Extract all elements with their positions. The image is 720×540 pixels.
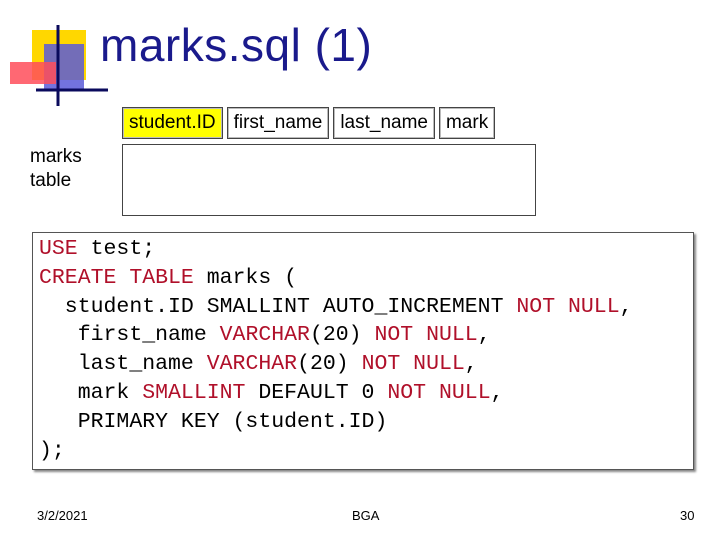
sql-keyword: VARCHAR [206,352,298,377]
code-line: student.ID SMALLINT AUTO_INCREMENT NOT N… [39,293,633,322]
sql-text: marks ( [193,265,298,290]
sql-keyword: NOT NULL [374,323,478,348]
marks-table-label-line1: marks [30,146,82,167]
sql-text: DEFAULT 0 [245,380,388,405]
sql-text: , [619,294,633,319]
sql-code: USE test; CREATE TABLE marks ( student.ID… [39,235,633,465]
footer-org: BGA [352,508,380,523]
sql-text: mark [39,380,143,405]
code-line: CREATE TABLE marks ( [39,264,633,293]
code-line: USE test; [39,235,633,264]
slide-title: marks.sql (1) [100,19,373,71]
sql-keyword: NOT NULL [361,352,465,377]
sql-keyword: CREATE TABLE [39,265,194,290]
sql-keyword: USE [39,237,78,261]
sql-text: last_name [39,352,207,377]
sql-keyword: VARCHAR [219,323,310,348]
marks-table-label: marks table [30,145,82,193]
marks-table-header: student.ID first_name last_name mark [122,107,496,139]
sql-text: test; [77,237,156,261]
sql-text: PRIMARY KEY (student.ID) [39,409,388,434]
sql-text: (20) [309,323,375,348]
code-line: first_name VARCHAR(20) NOT NULL, [39,321,633,350]
square-logo-icon [10,25,108,106]
marks-table-label-line2: table [30,170,72,191]
sql-text: first_name [39,323,220,348]
footer-page-number: 30 [680,508,695,523]
sql-keyword: SMALLINT [142,380,246,405]
sql-code-block: USE test; CREATE TABLE marks ( student.ID… [32,232,694,470]
sql-keyword: NOT NULL [516,294,620,319]
column-header-last-name: last_name [333,107,435,139]
sql-text: , [464,352,478,377]
sql-text: student.ID SMALLINT AUTO_INCREMENT [39,294,517,319]
column-header-student-id: student.ID [122,107,223,139]
sql-keyword: NOT NULL [387,380,491,405]
code-line: last_name VARCHAR(20) NOT NULL, [39,350,633,379]
column-header-mark: mark [438,107,496,139]
sql-text: (20) [297,352,362,377]
code-line: mark SMALLINT DEFAULT 0 NOT NULL, [39,379,633,408]
code-line: PRIMARY KEY (student.ID) [39,408,633,437]
sql-text: ); [39,438,65,463]
code-line: ); [39,437,633,466]
sql-text: , [490,380,504,405]
column-header-first-name: first_name [226,107,330,139]
marks-table-body [122,144,536,216]
sql-text: , [477,323,491,348]
footer-date: 3/2/2021 [37,508,88,523]
